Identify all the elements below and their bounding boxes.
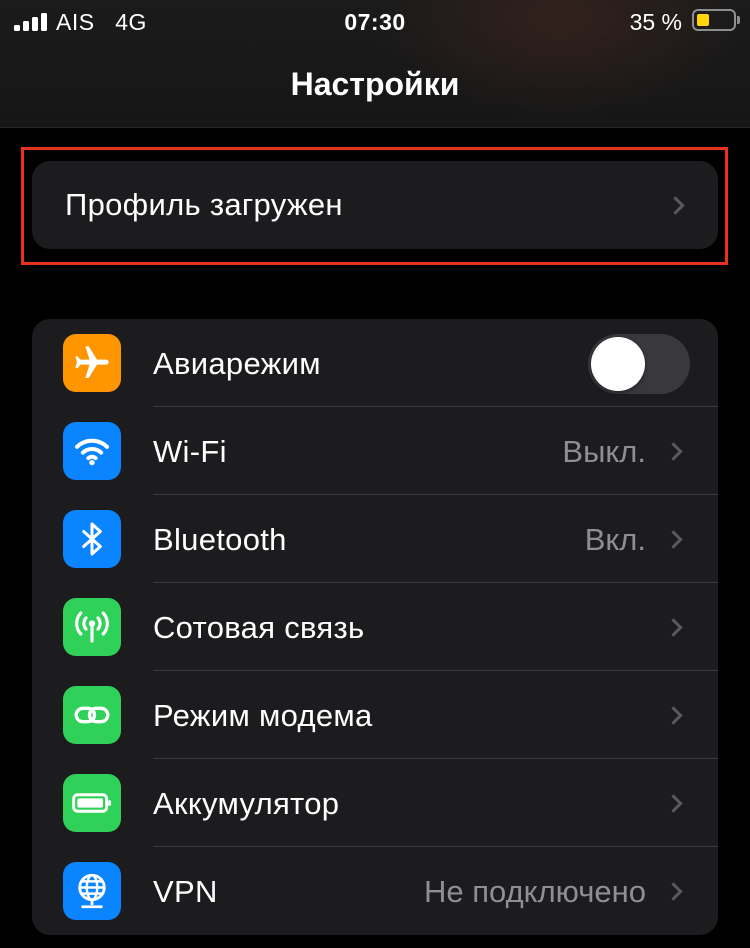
chevron-right-icon <box>664 882 683 901</box>
settings-row-label: Сотовая связь <box>153 610 365 645</box>
bluetooth-icon <box>63 510 121 568</box>
settings-row-label: Аккумулятор <box>153 786 340 821</box>
settings-row-cellular[interactable]: Сотовая связь <box>32 583 718 671</box>
profile-group: Профиль загружен <box>32 161 718 249</box>
vpn-status-value: Не подключено <box>424 874 646 909</box>
settings-screen: AIS 4G 07:30 35 % Настройки Профиль загр… <box>0 0 750 948</box>
settings-row-label: Bluetooth <box>153 522 287 557</box>
chevron-right-icon <box>664 618 683 637</box>
airplane-icon <box>63 334 121 392</box>
settings-list: Авиарежим Wi-Fi Выкл. Bluetooth Вкл. Сот… <box>32 319 718 935</box>
settings-row-bluetooth[interactable]: Bluetooth Вкл. <box>32 495 718 583</box>
battery-icon <box>63 774 121 832</box>
settings-row-label: VPN <box>153 874 218 909</box>
profile-downloaded-label: Профиль загружен <box>65 187 343 222</box>
page-title: Настройки <box>290 66 460 102</box>
battery-percent: 35 % <box>629 9 682 35</box>
settings-row-label: Режим модема <box>153 698 373 733</box>
settings-row-battery[interactable]: Аккумулятор <box>32 759 718 847</box>
chevron-right-icon <box>664 530 683 549</box>
battery-status-icon <box>692 9 740 31</box>
header: AIS 4G 07:30 35 % Настройки <box>0 0 750 128</box>
wifi-icon <box>63 422 121 480</box>
settings-row-personal-hotspot[interactable]: Режим модема <box>32 671 718 759</box>
airplane-mode-toggle[interactable] <box>588 334 690 394</box>
settings-row-airplane-mode[interactable]: Авиарежим <box>32 319 718 407</box>
settings-row-label: Wi-Fi <box>153 434 227 469</box>
bluetooth-status-value: Вкл. <box>584 522 646 557</box>
chevron-right-icon <box>664 794 683 813</box>
chevron-right-icon <box>664 442 683 461</box>
settings-row-label: Авиарежим <box>153 346 321 381</box>
antenna-icon <box>63 598 121 656</box>
toggle-knob <box>591 337 645 391</box>
settings-row-vpn[interactable]: VPN Не подключено <box>32 847 718 935</box>
settings-row-wifi[interactable]: Wi-Fi Выкл. <box>32 407 718 495</box>
status-bar: AIS 4G 07:30 35 % <box>0 0 750 44</box>
profile-downloaded-row[interactable]: Профиль загружен <box>32 161 718 249</box>
globe-network-icon <box>63 862 121 920</box>
chevron-right-icon <box>664 706 683 725</box>
wifi-status-value: Выкл. <box>562 434 646 469</box>
chevron-right-icon <box>666 196 685 215</box>
chain-link-icon <box>63 686 121 744</box>
